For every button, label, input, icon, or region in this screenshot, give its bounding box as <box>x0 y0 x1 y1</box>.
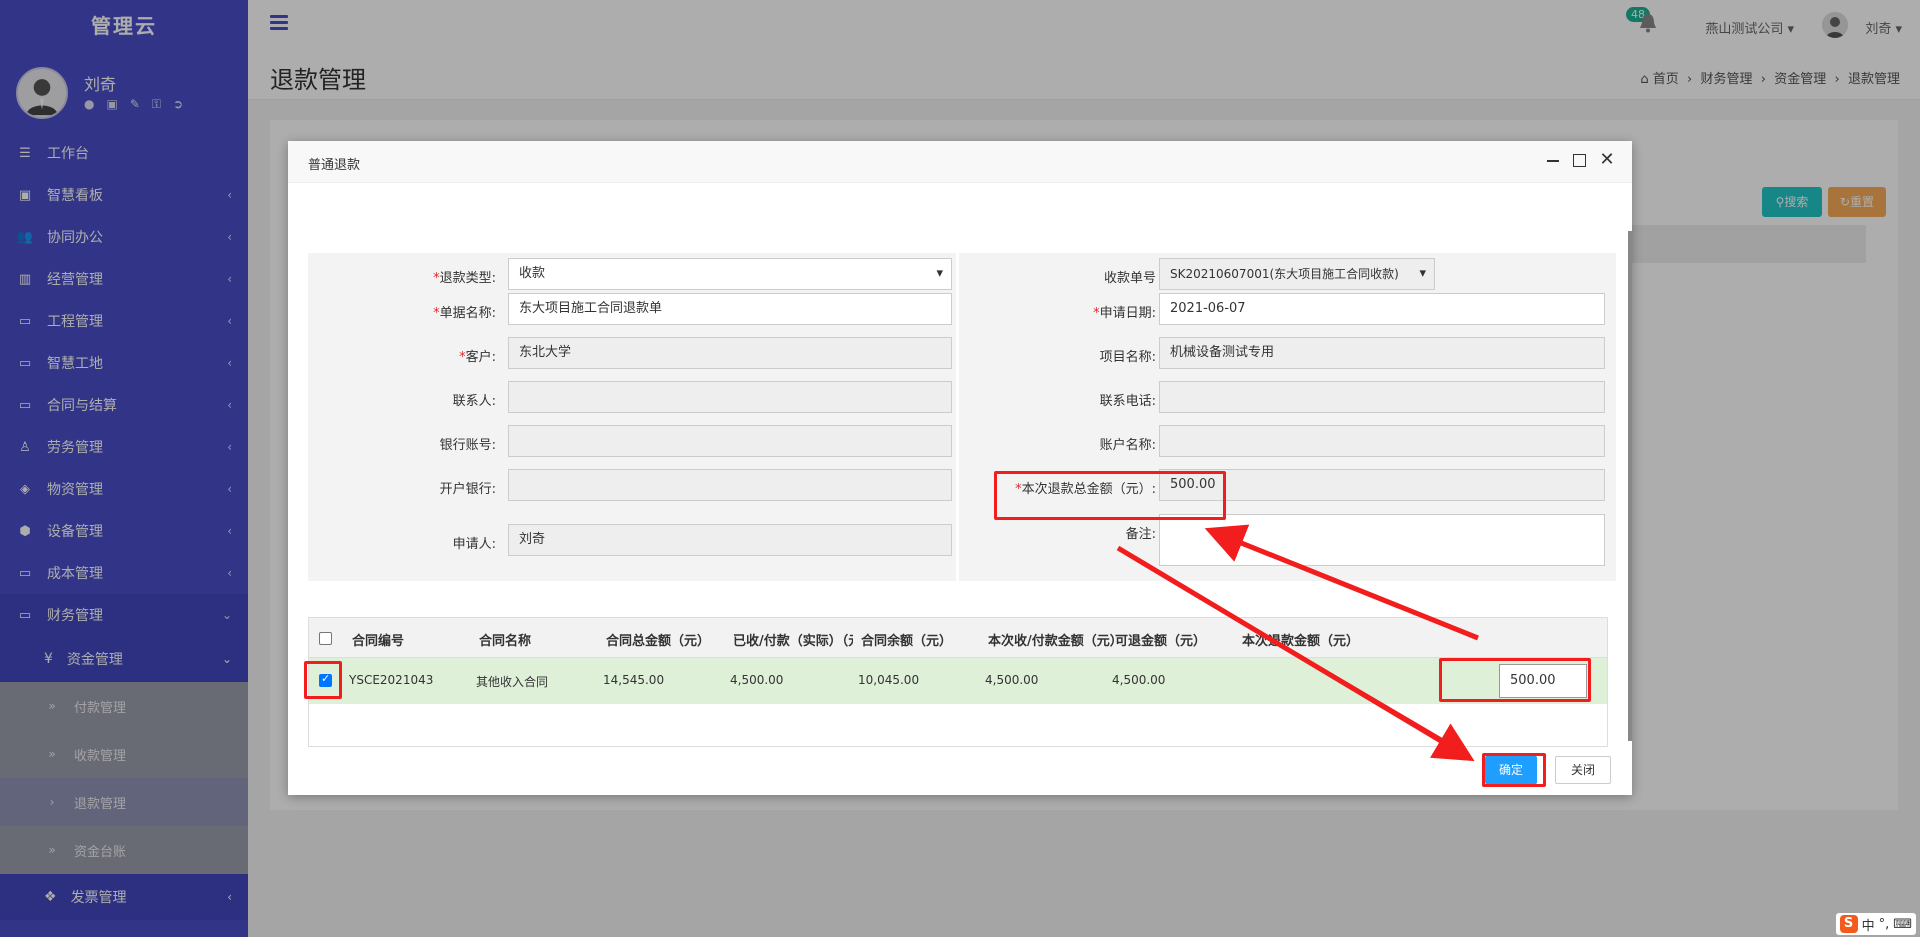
ime-lang[interactable]: 中 <box>1862 915 1875 934</box>
field-label: *本次退款总金额（元）: <box>1015 482 1156 497</box>
maximize-icon[interactable] <box>1570 151 1588 169</box>
remark-textarea[interactable] <box>1159 514 1605 566</box>
dialog-title: 普通退款 <box>308 158 361 173</box>
field-total: *本次退款总金额（元）: 500.00 <box>959 468 1616 502</box>
field-contact: 联系人: <box>308 380 956 414</box>
receipt-no-select[interactable]: SK20210607001(东大项目施工合同收款) <box>1159 258 1435 290</box>
confirm-button[interactable]: 确定 <box>1485 756 1537 784</box>
cell-paid: 4,500.00 <box>730 673 784 687</box>
table-row[interactable]: YSCE2021043 其他收入合同 14,545.00 4,500.00 10… <box>309 658 1607 704</box>
minimize-icon[interactable] <box>1544 151 1562 169</box>
dialog-header: 普通退款 ✕ <box>288 141 1632 183</box>
field-label: 开户银行: <box>439 482 496 497</box>
cell-contract-name: 其他收入合同 <box>476 675 549 689</box>
contact-input[interactable] <box>508 381 952 413</box>
form-left: *退款类型: 收款 *单据名称: 东大项目施工合同退款单 *客户: 东北大学 联… <box>308 253 956 581</box>
phone-input[interactable] <box>1159 381 1605 413</box>
col-total: 合同总金额（元） <box>606 634 711 649</box>
col-contract-no: 合同编号 <box>352 634 405 649</box>
field-account-name: 账户名称: <box>959 424 1616 458</box>
field-project: 项目名称: 机械设备测试专用 <box>959 336 1616 370</box>
field-remark: 备注: <box>959 513 1616 566</box>
field-label: *申请日期: <box>1093 306 1156 321</box>
col-refundable: 可退金额（元） <box>1115 634 1207 649</box>
field-label: 账户名称: <box>1099 438 1156 453</box>
col-refund-amount: 本次退款金额（元） <box>1242 634 1360 649</box>
col-contract-name: 合同名称 <box>479 634 532 649</box>
field-label: *客户: <box>459 350 496 365</box>
close-icon[interactable]: ✕ <box>1598 151 1616 169</box>
field-label: 项目名称: <box>1099 350 1156 365</box>
refund-type-select[interactable]: 收款 <box>508 258 952 290</box>
refund-dialog: 普通退款 ✕ *退款类型: 收款 *单据名称: 东大项目施工合同退款单 *客户:… <box>288 141 1632 795</box>
field-refund-type: *退款类型: 收款 <box>308 257 956 291</box>
field-bank-account: 银行账号: <box>308 424 956 458</box>
bank-input[interactable] <box>508 469 952 501</box>
apply-date-input[interactable]: 2021-06-07 <box>1159 293 1605 325</box>
contract-table: 合同编号 合同名称 合同总金额（元） 已收/付款（实际）（元 合同余额（元） 本… <box>308 617 1608 747</box>
customer-input[interactable]: 东北大学 <box>508 337 952 369</box>
applicant-input[interactable]: 刘奇 <box>508 524 952 556</box>
field-customer: *客户: 东北大学 <box>308 336 956 370</box>
col-this-payment: 本次收/付款金额（元） <box>988 634 1123 649</box>
sogou-icon: S <box>1839 915 1858 933</box>
field-receipt-no: 收款单号 SK20210607001(东大项目施工合同收款) <box>959 257 1616 291</box>
field-applicant: 申请人: 刘奇 <box>308 523 956 557</box>
cell-balance: 10,045.00 <box>858 673 920 687</box>
cell-total: 14,545.00 <box>603 673 665 687</box>
punctuation-icon[interactable]: °, <box>1879 917 1890 932</box>
field-label: 银行账号: <box>439 438 496 453</box>
close-button[interactable]: 关闭 <box>1555 756 1611 784</box>
cell-contract-no: YSCE2021043 <box>349 673 434 687</box>
ime-toolbar[interactable]: S 中 °, ⌨ <box>1835 913 1916 935</box>
field-label: 联系电话: <box>1099 394 1156 409</box>
refund-amount-input[interactable]: 500.00 <box>1499 664 1587 698</box>
field-phone: 联系电话: <box>959 380 1616 414</box>
field-apply-date: *申请日期: 2021-06-07 <box>959 292 1616 326</box>
field-label: 联系人: <box>452 394 496 409</box>
keyboard-icon[interactable]: ⌨ <box>1893 917 1912 932</box>
total-refund-input[interactable]: 500.00 <box>1159 469 1605 501</box>
project-input[interactable]: 机械设备测试专用 <box>1159 337 1605 369</box>
field-doc-name: *单据名称: 东大项目施工合同退款单 <box>308 292 956 326</box>
field-bank: 开户银行: <box>308 468 956 502</box>
account-name-input[interactable] <box>1159 425 1605 457</box>
dialog-scrollbar[interactable] <box>1628 231 1632 741</box>
field-label: 申请人: <box>452 537 496 552</box>
field-label: 备注: <box>1125 527 1156 542</box>
table-header: 合同编号 合同名称 合同总金额（元） 已收/付款（实际）（元 合同余额（元） 本… <box>309 618 1607 658</box>
bank-account-input[interactable] <box>508 425 952 457</box>
col-paid: 已收/付款（实际）（元 <box>733 634 853 649</box>
cell-this-payment: 4,500.00 <box>985 673 1039 687</box>
field-label: 收款单号 <box>1103 271 1156 286</box>
select-all-checkbox[interactable] <box>319 632 332 645</box>
field-label: *单据名称: <box>433 306 496 321</box>
doc-name-input[interactable]: 东大项目施工合同退款单 <box>508 293 952 325</box>
col-balance: 合同余额（元） <box>861 634 953 649</box>
row-checkbox[interactable] <box>319 672 332 687</box>
field-label: *退款类型: <box>433 271 496 286</box>
cell-refundable: 4,500.00 <box>1112 673 1166 687</box>
form-right: 收款单号 SK20210607001(东大项目施工合同收款) *申请日期: 20… <box>959 253 1616 581</box>
